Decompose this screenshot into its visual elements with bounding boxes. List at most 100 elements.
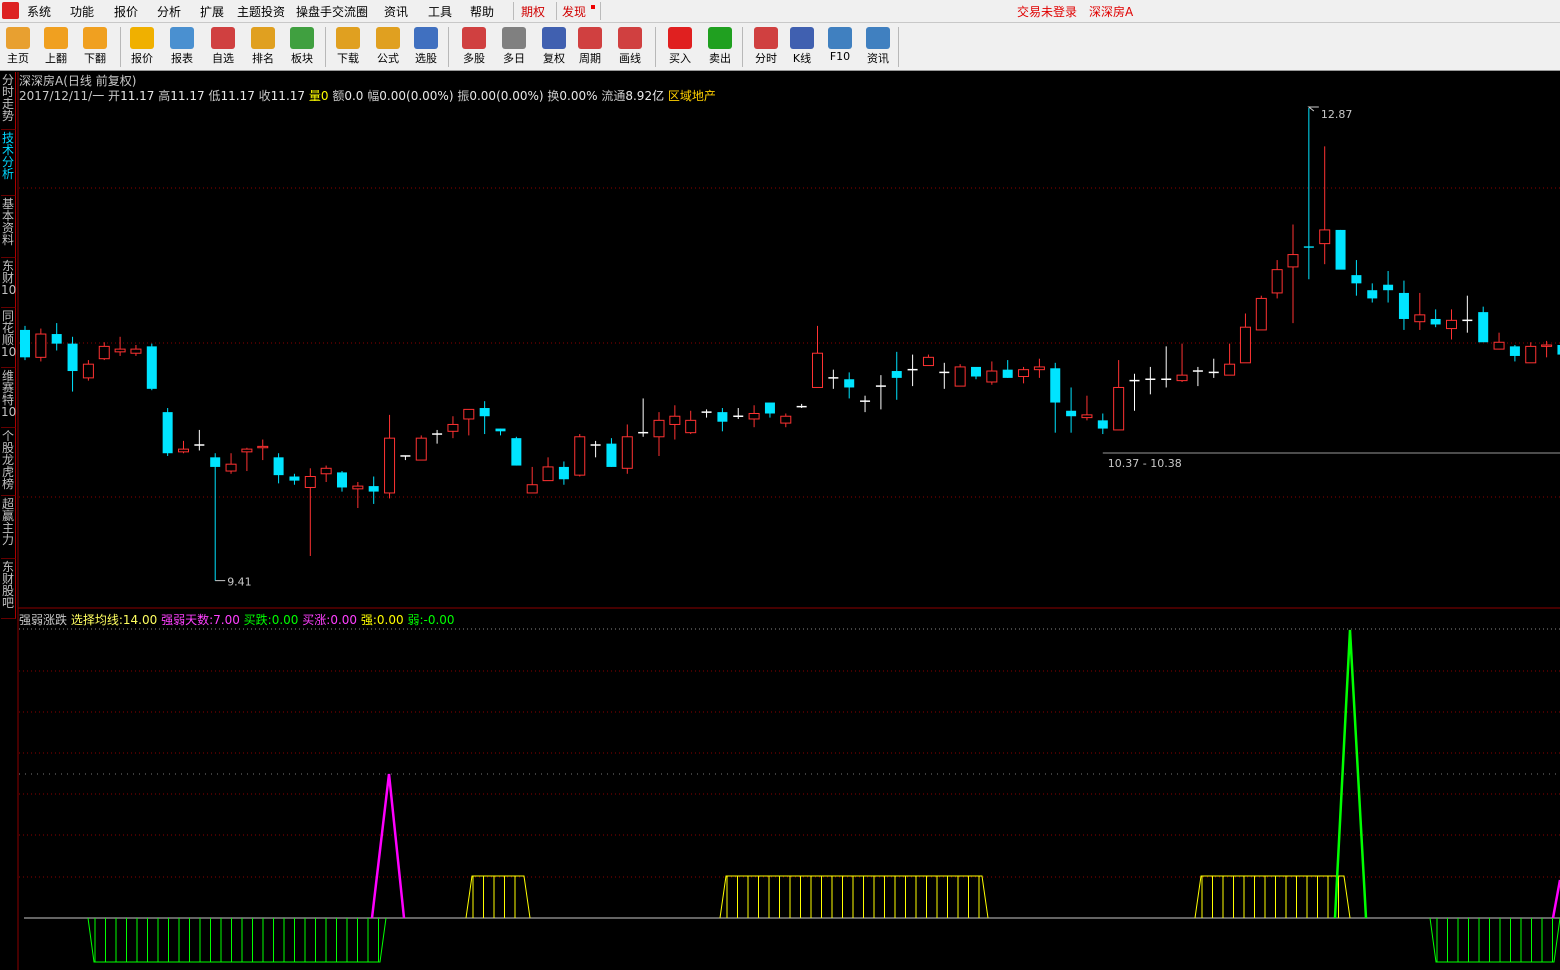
toolbar-button-sell[interactable]: 卖出 xyxy=(702,25,738,69)
menu-system[interactable]: 系统 xyxy=(27,3,51,20)
toolbar-button-formula[interactable]: 公式 xyxy=(370,25,406,69)
weak-zone-outline xyxy=(1429,917,1560,963)
candle-body xyxy=(352,485,364,490)
toolbar-button-intraday[interactable]: 分时 xyxy=(748,25,784,69)
left-tab-3[interactable]: 东财10 xyxy=(1,258,16,308)
toolbar-button-label: 卖出 xyxy=(709,52,731,65)
toolbar-button-download[interactable]: 下载 xyxy=(330,25,366,69)
strong-label: 强: xyxy=(360,613,377,627)
candle-body xyxy=(415,437,427,461)
candle-body xyxy=(178,448,189,453)
low-label: 低 xyxy=(208,89,221,103)
menu-news[interactable]: 资讯 xyxy=(384,3,408,20)
toolbar-button-label: 多日 xyxy=(503,52,525,65)
toolbar-button-f6[interactable]: 自选 xyxy=(205,25,241,69)
multi-stock-icon xyxy=(462,27,486,49)
toolbar-button-clock[interactable]: 多日 xyxy=(496,25,532,69)
login-status[interactable]: 交易未登录 xyxy=(1017,3,1077,20)
toolbar-button-f10[interactable]: F10 xyxy=(822,25,858,69)
menu-trader-circle[interactable]: 操盘手交流圈 xyxy=(296,3,368,20)
toolbar-button-buy[interactable]: 买入 xyxy=(662,25,698,69)
candle-body xyxy=(891,371,902,378)
toolbar-button-label: 多股 xyxy=(463,52,485,65)
candle-body xyxy=(812,352,823,388)
candle-body xyxy=(1239,326,1251,364)
candle-body xyxy=(558,466,569,480)
left-tab-6[interactable]: 个股龙虎榜 xyxy=(1,428,16,496)
weak-zone-outline xyxy=(87,917,387,963)
toolbar-button-report[interactable]: 报表 xyxy=(164,25,200,69)
quote-date: 2017/12/11/一 xyxy=(19,89,105,103)
toolbar-button-kline[interactable]: K线 xyxy=(784,25,820,69)
candle-body xyxy=(526,484,538,494)
candle-body xyxy=(621,436,633,469)
menu-analysis[interactable]: 分析 xyxy=(157,3,181,20)
left-tab-7[interactable]: 超赢主力 xyxy=(1,496,16,559)
toolbar-button-label: 报表 xyxy=(171,52,193,65)
strong-zone-outline xyxy=(465,875,531,919)
indicator-header: 强弱涨跌 选择均线:14.00 强弱天数:7.00 买跌:0.00 买涨:0.0… xyxy=(19,611,455,628)
amplitude-label: 振 xyxy=(457,89,470,103)
toolbar-button-stock-picker[interactable]: 选股 xyxy=(408,25,444,69)
toolbar-separator xyxy=(655,27,656,67)
menu-extend[interactable]: 扩展 xyxy=(200,3,224,20)
left-tab-5[interactable]: 维赛特10 xyxy=(1,368,16,428)
toolbar-button-arrow-up[interactable]: 上翻 xyxy=(38,25,74,69)
menu-function[interactable]: 功能 xyxy=(70,3,94,20)
left-tab-8[interactable]: 东财股吧 xyxy=(1,559,16,619)
candle-body xyxy=(51,334,62,344)
candle-body xyxy=(1224,363,1236,376)
menu-separator xyxy=(556,2,557,20)
candle-body xyxy=(1335,229,1346,270)
menu-quote[interactable]: 报价 xyxy=(114,3,138,20)
left-tab-2[interactable]: 基本资料 xyxy=(1,196,16,258)
toolbar-separator xyxy=(448,27,449,67)
toolbar-button-label: 排名 xyxy=(252,52,274,65)
toolbar-button-label: 复权 xyxy=(543,52,565,65)
menu-theme-invest[interactable]: 主题投资 xyxy=(237,3,285,20)
candle-body xyxy=(1176,374,1188,382)
toolbar-button-label: 分时 xyxy=(755,52,777,65)
menu-separator xyxy=(513,2,514,20)
candle-body xyxy=(479,408,490,417)
left-tab-4[interactable]: 同花顺10 xyxy=(1,308,16,368)
toolbar-button-f8[interactable]: 周期 xyxy=(572,25,608,69)
chart-canvas[interactable]: 12.87 9.41 10.37 - 10.38 xyxy=(0,0,1560,970)
indicator-name[interactable]: 强弱涨跌 xyxy=(19,613,67,627)
candle-body xyxy=(210,457,221,467)
toolbar-button-restore-rights[interactable]: 复权 xyxy=(536,25,572,69)
toolbar-button-ranking[interactable]: 排名 xyxy=(245,25,281,69)
range-label: 10.37 - 10.38 xyxy=(1108,457,1182,470)
candle-body xyxy=(574,436,586,476)
candle-body xyxy=(1113,386,1125,431)
candle-body xyxy=(1509,346,1520,356)
toolbar-button-sector[interactable]: 板块 xyxy=(284,25,320,69)
menu-bar: 系统 功能 报价 分析 扩展 主题投资 操盘手交流圈 资讯 工具 帮助 期权 发… xyxy=(0,0,1560,23)
left-tab-0[interactable]: 分时走势 xyxy=(1,72,16,130)
open-label: 开 xyxy=(108,89,121,103)
menu-tools[interactable]: 工具 xyxy=(428,3,452,20)
menu-discover[interactable]: 发现 xyxy=(562,3,586,20)
toolbar-button-home[interactable]: 主页 xyxy=(0,25,36,69)
menu-help[interactable]: 帮助 xyxy=(470,3,494,20)
max-price-pointer xyxy=(1307,106,1319,112)
formula-icon xyxy=(376,27,400,49)
buy-rise-label: 买涨: xyxy=(302,613,331,627)
sector-link[interactable]: 区域地产 xyxy=(668,89,716,103)
toolbar-button-draw-line[interactable]: 画线 xyxy=(612,25,648,69)
toolbar-button-multi-stock[interactable]: 多股 xyxy=(456,25,492,69)
strong-value: 0.00 xyxy=(376,613,404,627)
left-tab-1[interactable]: 技术分析 xyxy=(1,130,16,196)
toolbar-button-arrow-down[interactable]: 下翻 xyxy=(77,25,113,69)
close-value: 11.17 xyxy=(270,89,306,103)
toolbar-separator xyxy=(898,27,899,67)
toolbar-button-yen[interactable]: 报价 xyxy=(124,25,160,69)
toolbar-button-label: 选股 xyxy=(415,52,437,65)
toolbar-button-news[interactable]: 资讯 xyxy=(860,25,896,69)
ranking-icon xyxy=(251,27,275,49)
kline-icon xyxy=(790,27,814,49)
candle-body xyxy=(954,366,966,387)
f10-icon xyxy=(828,27,852,49)
vol-label: 量 xyxy=(308,89,321,103)
menu-options[interactable]: 期权 xyxy=(521,3,545,20)
